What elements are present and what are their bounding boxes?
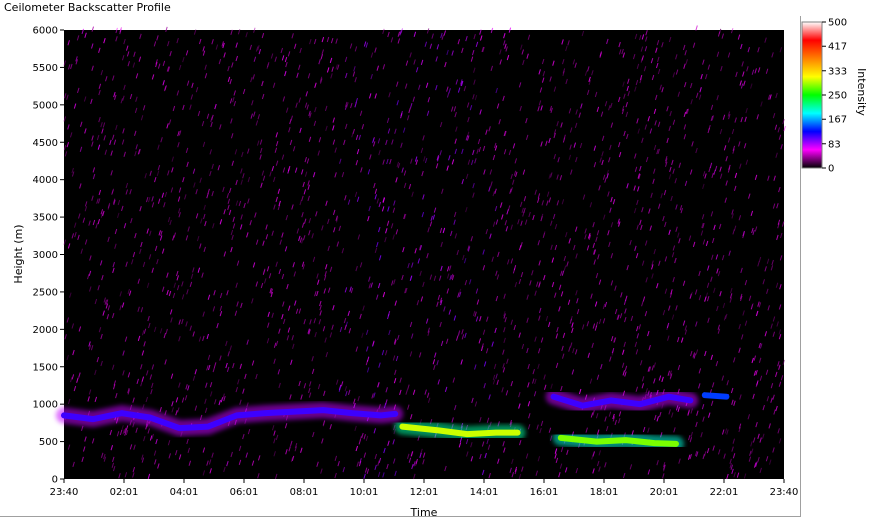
x-tick-label: 04:01 — [170, 487, 199, 498]
colorbar-tick-label: 0 — [828, 164, 834, 175]
y-tick-label: 6000 — [33, 26, 58, 37]
colorbar-ticks: 0 83 167 250 333 417 500 — [822, 18, 847, 175]
x-tick-label: 10:01 — [350, 487, 379, 498]
x-tick-label: 08:01 — [290, 487, 319, 498]
x-tick-label: 23:40 — [50, 487, 79, 498]
x-tick-label: 14:01 — [470, 487, 499, 498]
colorbar-label: Intensity — [855, 68, 868, 116]
x-axis[interactable]: 23:40 02:01 04:01 06:01 08:01 10:01 12:01 14:01… — [50, 479, 799, 498]
colorbar-tick-label: 83 — [828, 139, 841, 150]
colorbar[interactable] — [801, 21, 823, 169]
x-tick-label: 06:01 — [230, 487, 259, 498]
y-tick-label: 4000 — [33, 175, 58, 186]
colorbar-tick-label: 417 — [828, 42, 847, 53]
x-tick-label: 20:01 — [650, 487, 679, 498]
x-tick-label: 22:01 — [710, 487, 739, 498]
colorbar-tick-label: 333 — [828, 66, 847, 77]
y-tick-label: 3000 — [33, 250, 58, 261]
x-tick-label: 23:40 — [770, 487, 799, 498]
x-tick-label: 16:01 — [530, 487, 559, 498]
colorbar-tick-label: 167 — [828, 115, 847, 126]
noise-speckle — [783, 125, 786, 132]
y-tick-label: 1500 — [33, 362, 58, 373]
layer-cloud-night — [701, 392, 730, 400]
y-tick-label: 5500 — [33, 63, 58, 74]
colorbar-tick-label: 250 — [828, 91, 847, 102]
y-tick-label: 5000 — [33, 100, 58, 111]
y-tick-label: 500 — [39, 437, 58, 448]
y-tick-label: 2000 — [33, 325, 58, 336]
x-tick-label: 02:01 — [110, 487, 139, 498]
x-tick-label: 12:01 — [410, 487, 439, 498]
x-tick-label: 18:01 — [590, 487, 619, 498]
backscatter-chart: 0500100015002000250030003500400045005000… — [12, 18, 868, 519]
y-tick-label: 3500 — [33, 213, 58, 224]
y-tick-label: 0 — [52, 475, 58, 486]
x-axis-label: Time — [410, 506, 438, 519]
colorbar-tick-label: 500 — [828, 18, 847, 29]
noise-speckle — [695, 25, 698, 31]
y-tick-label: 1000 — [33, 400, 58, 411]
y-tick-label: 2500 — [33, 287, 58, 298]
chart-window: Ceilometer Backscatter Profile 0 500 1000 1… — [0, 0, 872, 519]
y-axis-label: Height (m) — [12, 224, 25, 283]
y-tick-label: 4500 — [33, 138, 58, 149]
